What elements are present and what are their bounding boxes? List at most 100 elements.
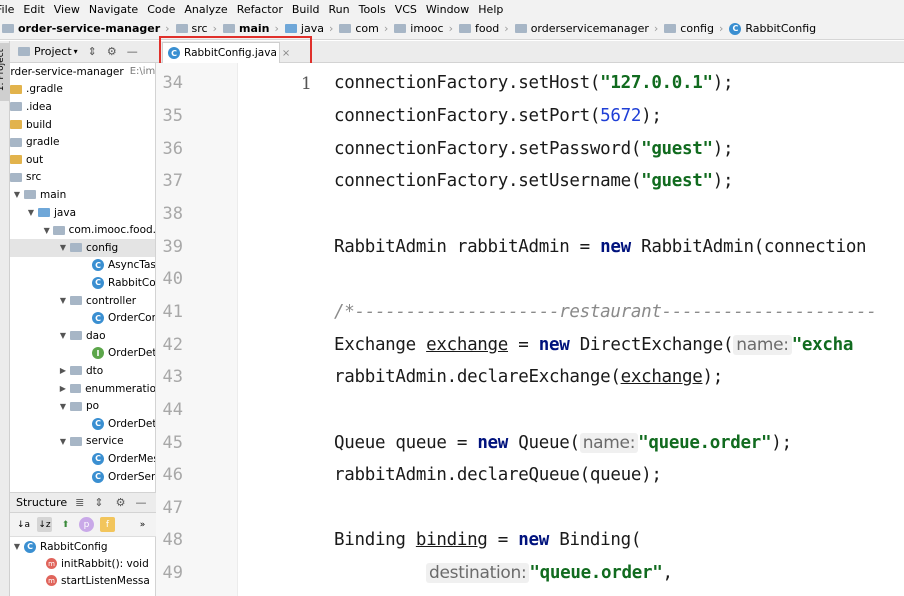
line-number: 48 [162,530,183,550]
line-number: 42 [162,335,183,355]
tree-item-gradle[interactable]: gradle [10,133,155,151]
more-icon[interactable]: » [135,517,150,532]
line-number: 46 [162,465,183,485]
tree-item-config[interactable]: ▼ config [10,239,155,257]
tree-item-orderservice[interactable]: COrderServ [10,468,155,486]
structure-member[interactable]: m initRabbit(): void [10,555,155,573]
tree-item-asynctask[interactable]: CAsyncTask [10,257,155,275]
tree-item-po[interactable]: ▼ po [10,397,155,415]
source-folder-icon [38,208,50,218]
project-icon [18,47,30,56]
menu-window[interactable]: Window [426,3,469,16]
code-line-43: rabbitAdmin.declareExchange(exchange); [334,367,723,387]
tree-item-main[interactable]: ▼ main [10,186,155,204]
close-icon[interactable]: × [282,48,290,59]
collapse-icon[interactable]: ⇕ [88,45,97,58]
method-icon: m [46,558,57,570]
code-editor[interactable]: 34 35 36 37 38 39 40 41 42 43 44 45 46 4… [156,63,904,596]
tree-item-gradle-cache[interactable]: .gradle [10,81,155,99]
tree-item-service[interactable]: ▼ service [10,433,155,451]
gear-icon[interactable]: ⚙ [107,45,117,58]
tree-item-build[interactable]: build [10,116,155,134]
show-inherited-icon[interactable]: ⬆ [58,517,73,532]
tree-item-orderdetaildao[interactable]: IOrderDeta [10,345,155,363]
breadcrumb-com[interactable]: com [339,22,379,35]
tree-root[interactable]: order-service-managerE:\imo [10,63,155,81]
chevron-down-icon: ▼ [59,243,67,253]
tree-item-enummeration[interactable]: ▶ enummeratio [10,380,155,398]
tree-item-src[interactable]: src [10,169,155,187]
line-number: 43 [162,367,183,387]
tree-item-dao[interactable]: ▼ dao [10,327,155,345]
package-icon [70,436,82,446]
tree-item-controller[interactable]: ▼ controller [10,292,155,310]
tree-item-ordermessageservice[interactable]: C OrderMes [10,450,155,468]
show-properties-icon[interactable]: p [79,517,94,532]
structure-class[interactable]: ▼ C RabbitConfig [10,538,155,556]
parameter-hint: name: [579,433,639,453]
settings-icon[interactable]: ≣ [75,496,84,509]
line-number: 38 [162,204,183,224]
breadcrumb-food[interactable]: food [458,22,499,35]
gear-icon[interactable]: ⚙ [116,496,126,509]
folder-icon [10,137,22,147]
tree-item-ordercontroller[interactable]: C OrderCon [10,309,155,327]
show-fields-icon[interactable]: f [100,517,115,532]
hide-icon[interactable]: — [135,496,146,509]
menu-run[interactable]: Run [329,3,350,16]
chevron-down-icon: ▼ [59,436,67,446]
package-icon [70,331,82,341]
line-number-gutter: 34 35 36 37 38 39 40 41 42 43 44 45 46 4… [156,63,238,596]
tree-item-rabbitconfig[interactable]: C RabbitCor [10,274,155,292]
folder-icon [10,172,22,182]
collapse-icon[interactable]: ⇕ [94,496,103,509]
tree-item-package-root[interactable]: ▼ com.imooc.food. [10,221,155,239]
folder-icon [24,190,36,200]
structure-member[interactable]: m startListenMessa [10,572,155,590]
hide-icon[interactable]: — [127,45,138,58]
tree-item-orderdetailpo[interactable]: COrderDeta [10,415,155,433]
folder-icon [10,102,22,112]
project-tool-tab[interactable]: 1: Project [0,43,10,101]
chevron-down-icon: ▾ [73,47,78,56]
project-view-selector[interactable]: Project ▾ [18,45,78,58]
package-icon [70,401,82,411]
breadcrumb-rabbitconfig[interactable]: C RabbitConfig [729,22,816,35]
tab-rabbitconfig[interactable]: C RabbitConfig.java × [162,42,290,63]
breadcrumb-imooc[interactable]: imooc [394,22,444,35]
tree-item-dto[interactable]: ▶ dto [10,362,155,380]
menu-view[interactable]: View [54,3,80,16]
line-number: 41 [162,302,183,322]
tree-item-out[interactable]: out [10,151,155,169]
code-line-42: Exchange exchange = new DirectExchange(n… [334,335,854,355]
menu-code[interactable]: Code [147,3,175,16]
sort-alpha-icon[interactable]: ↓a [16,517,31,532]
menu-tools[interactable]: Tools [359,3,386,16]
code-line-45: Queue queue = new Queue(name: "queue.orde… [334,433,792,453]
menu-file[interactable]: File [0,3,14,16]
menu-navigate[interactable]: Navigate [89,3,138,16]
folder-icon [175,24,188,33]
tree-item-idea[interactable]: .idea [10,98,155,116]
menu-help[interactable]: Help [478,3,503,16]
menu-vcs[interactable]: VCS [395,3,417,16]
sort-visibility-icon[interactable]: ↓z [37,517,52,532]
menu-analyze[interactable]: Analyze [184,3,227,16]
class-icon: C [92,312,104,325]
breadcrumb-main[interactable]: main [223,22,270,35]
line-marker: 1 [301,74,312,94]
code-line-39: RabbitAdmin rabbitAdmin = new RabbitAdmi… [334,237,867,257]
breadcrumb-java[interactable]: java [284,22,324,35]
breadcrumb-orderservicemanager[interactable]: orderservicemanager [514,22,649,35]
menu-edit[interactable]: Edit [23,3,44,16]
breadcrumb-src[interactable]: src [175,22,208,35]
code-line-41: /*--------------------restaurant--------… [334,302,877,322]
menu-refactor[interactable]: Refactor [237,3,283,16]
breadcrumb-project[interactable]: order-service-manager [2,22,160,35]
menu-build[interactable]: Build [292,3,320,16]
class-icon: C [92,470,104,483]
tree-item-java[interactable]: ▼ java [10,204,155,222]
breadcrumb-config[interactable]: config [664,22,714,35]
parameter-hint: destination: [426,563,530,583]
left-tool-strip: 1: Project [0,41,10,596]
